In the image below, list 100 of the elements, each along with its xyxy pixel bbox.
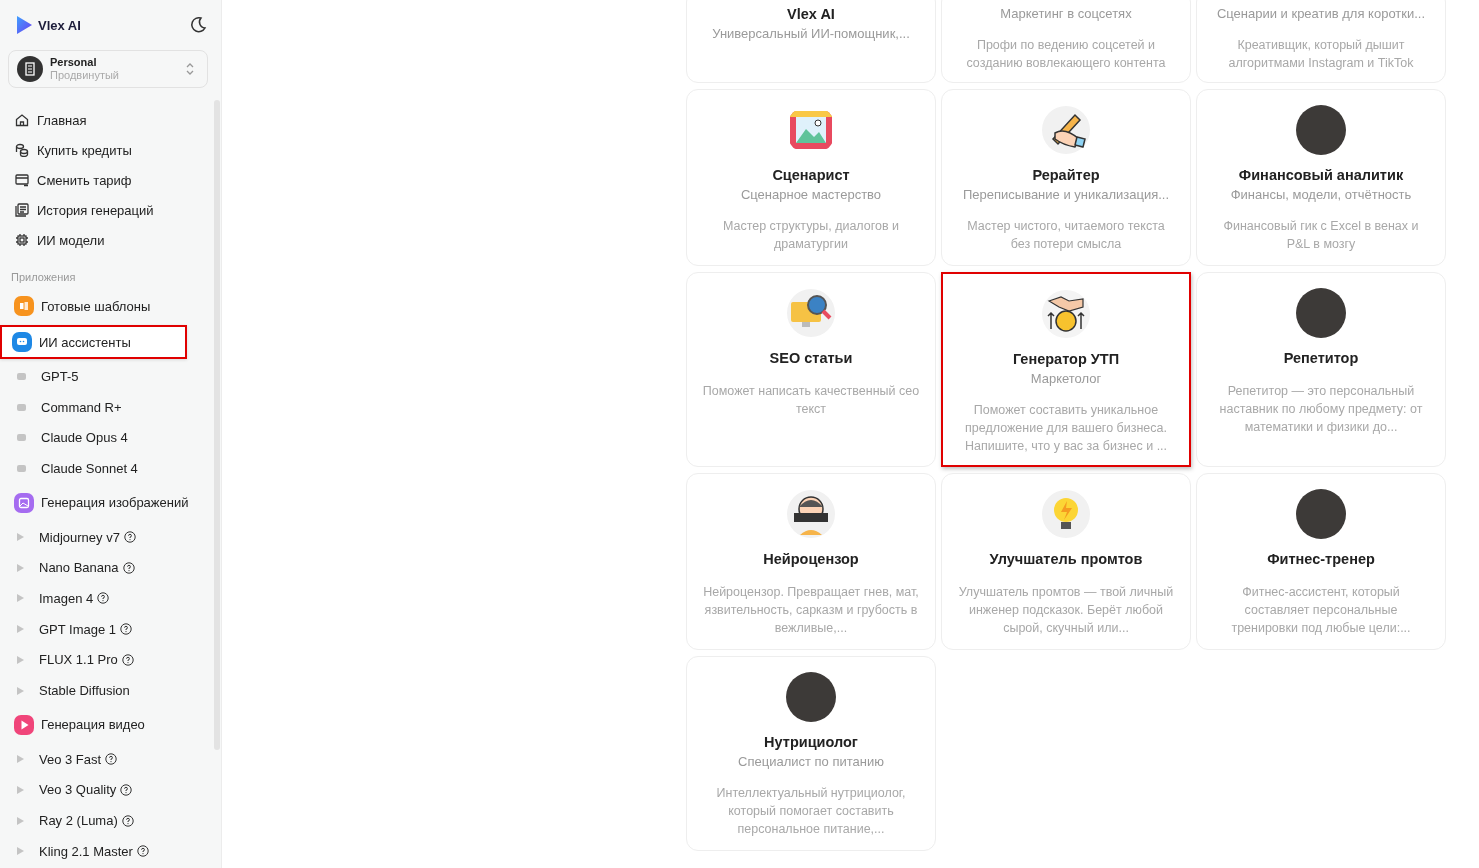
card-title: Генератор УТП [1012,350,1120,369]
card-subtitle: Универсальный ИИ-помощник,... [712,25,910,43]
nav-item[interactable]: Сменить тариф [0,165,221,195]
card-description: Мастер структуры, диалогов и драматургии [721,218,901,253]
assistant-card[interactable]: Рерайтер Переписывание и уникализация... Мастер чистого, читаемого текста без потери смысла [941,89,1191,266]
card-title: Улучшатель промтов [989,550,1143,569]
app-group-item[interactable]: Генерация видео [6,707,201,742]
model-item[interactable]: Veo 3 Quality [0,774,221,806]
help-icon[interactable] [136,845,149,858]
card-description: Мастер чистого, читаемого текста без потери смысла [966,218,1166,253]
account-name: Personal [50,56,98,69]
model-item[interactable]: FLUX 1.1 Pro [0,644,221,676]
home-icon [15,113,29,127]
model-item[interactable]: Veo 3 Fast [0,743,221,775]
nav-item[interactable]: ИИ модели [0,225,221,255]
assistant-card[interactable]: Финансовый аналитик Финансы, модели, отчётность Финансовый гик с Excel в венах и P&L в мозгу [1196,89,1446,266]
card-title: Сценарист [772,166,850,185]
app-group-item[interactable]: Генерация изображений [6,485,201,520]
chip-icon [15,233,29,247]
card-description: Поможет составить уникальное предложение для вашего бизнеса. Напишите, что у вас за бизнес и ... [963,402,1169,455]
card-description: Улучшатель промтов — твой личный инженер подсказок. Берёт любой сырой, скучный или... [957,584,1175,637]
moon-icon[interactable] [189,16,207,34]
censored-face-icon [786,489,836,539]
triangle-icon [17,755,24,764]
model-item[interactable]: GPT-5 [0,361,221,392]
help-icon[interactable] [123,531,136,544]
assistant-card[interactable]: Фитнес-тренер Фитнес-ассистент, который составляет персональные тренировки под любые цели:... [1196,473,1446,650]
assistant-card[interactable]: Нутрициолог Специалист по питанию Интеллектуальный нутрициолог, который помогает составить персональное питание,... [686,656,936,851]
triangle-icon [17,533,24,542]
card-subtitle: Сценарное мастерство [740,186,882,204]
card-description: Креативщик, который дышит алгоритмами Instagram и TikTok [1227,37,1415,72]
card-subtitle: Сценарии и креатив для коротки... [1216,5,1426,23]
photo-placeholder [1296,489,1346,539]
handshake-coin-icon [1041,289,1091,339]
card-title: Фитнес-тренер [1267,550,1375,569]
card-subtitle: Переписывание и уникализация... [962,186,1170,204]
model-item[interactable]: Command R+ [0,391,221,423]
nav-item[interactable]: Купить кредиты [0,135,221,165]
photo-placeholder [1296,105,1346,155]
triangle-icon [17,686,24,695]
assistant-card[interactable]: SEO статьи Поможет написать качественный сео текст [686,272,936,467]
card-description: Нейроцензор. Превращает гнев, мат, язвительность, сарказм и грубость в вежливые,... [702,584,920,637]
help-icon[interactable] [122,561,135,574]
card-subtitle: Маркетолог [1030,370,1102,388]
model-item[interactable]: Ray 2 (Luma) [0,805,221,836]
card-title: Репетитор [1283,349,1359,368]
triangle-icon [17,847,24,856]
card-title: SEO статьи [769,349,853,368]
document-icon [15,203,29,217]
app-group-item[interactable]: Готовые шаблоны [6,289,201,323]
card-subtitle: Финансы, модели, отчётность [1230,186,1412,204]
account-plan: Продвинутый [50,69,120,82]
assistant-card[interactable]: Vlex AI Универсальный ИИ-помощник,... [686,0,936,83]
model-item[interactable]: Nano Banana [0,552,221,584]
assistant-card[interactable]: Репетитор Репетитор — это персональный наставник по любому предмету: от математики и физики до... [1196,272,1446,467]
model-item[interactable]: Claude Sonnet 4 [0,453,221,484]
nav-item[interactable]: История генераций [0,195,221,225]
triangle-icon [17,785,24,794]
account-switcher[interactable]: Personal Продвинутый [8,50,208,88]
card-description: Интеллектуальный нутрициолог, который помогает составить персональное питание,... [715,785,907,838]
help-icon[interactable] [97,592,110,605]
assistant-card[interactable]: Генератор УТП Маркетолог Поможет составить уникальное предложение для вашего бизнеса. Напишите, что у вас за бизнес и ... [941,272,1191,467]
nav-item[interactable]: Главная [0,105,221,135]
model-item[interactable]: Kling 2.1 Master [0,835,221,867]
building-icon [17,56,43,82]
model-item[interactable]: Imagen 4 [0,583,221,614]
model-item[interactable]: GPT Image 1 [0,613,221,645]
section-heading: Приложения [10,270,77,285]
card-title: Рерайтер [1032,166,1100,185]
assistant-card[interactable]: Нейроцензор Нейроцензор. Превращает гнев, мат, язвительность, сарказм и грубость в вежливые,... [686,473,936,650]
card-title: Vlex AI [787,5,835,24]
app-group-item[interactable]: ИИ ассистенты [0,325,187,359]
card-title: Финансовый аналитик [1238,166,1404,185]
assistant-card[interactable]: Сценарист Сценарное мастерство Мастер структуры, диалогов и драматургии [686,89,936,266]
monitor-magnifier-icon [786,288,836,338]
model-item[interactable]: Claude Opus 4 [0,422,221,454]
help-icon[interactable] [120,783,133,796]
model-item[interactable]: Stable Diffusion [0,675,221,706]
help-icon[interactable] [105,753,118,766]
model-item[interactable]: Midjourney v7 [0,521,221,553]
assistant-card[interactable]: Улучшатель промтов Улучшатель промтов — твой личный инженер подсказок. Берёт любой сырой, скучный или... [941,473,1191,650]
card-icon [15,173,29,187]
chevron-updown-icon [185,62,195,76]
triangle-icon [17,563,24,572]
card-description: Финансовый гик с Excel в венах и P&L в мозгу [1222,218,1420,253]
photo-placeholder [786,672,836,722]
play-logo-icon [15,15,33,35]
triangle-icon [17,816,24,825]
brand-name: Vlex AI [38,17,81,33]
card-subtitle: Специалист по питанию [738,753,884,771]
card-description: Профи по ведению соцсетей и созданию вовлекающего контента [965,37,1167,72]
help-icon[interactable] [121,653,134,666]
triangle-icon [17,655,24,664]
photo-placeholder [1296,288,1346,338]
hand-pen-icon [1041,105,1091,155]
help-icon[interactable] [120,623,133,636]
card-subtitle: Маркетинг в соцсетях [1000,5,1132,23]
coins-icon [15,143,29,157]
help-icon[interactable] [121,814,134,827]
card-title: Нутрициолог [764,733,858,752]
